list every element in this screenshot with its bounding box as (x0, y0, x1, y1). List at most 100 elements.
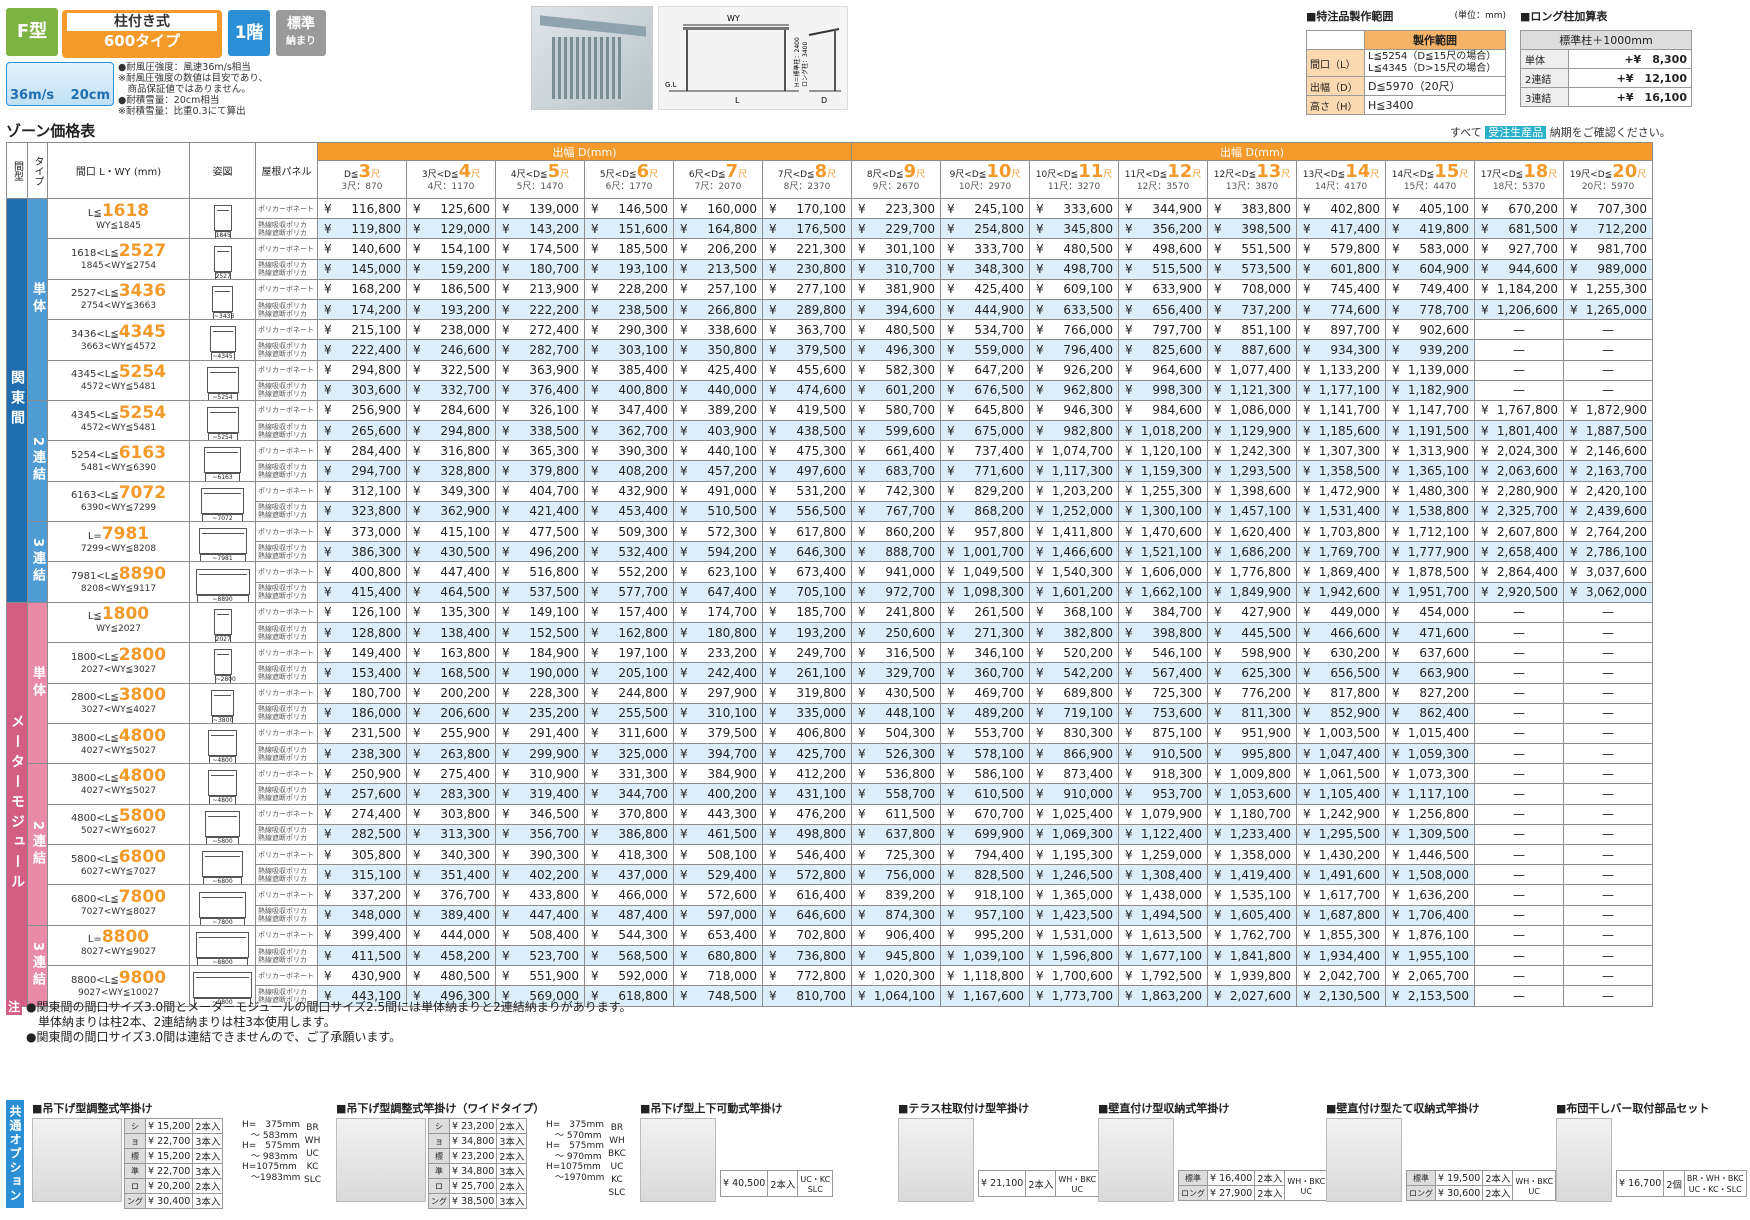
yen-sign: ¥ (858, 746, 866, 761)
yen-sign: ¥ (1214, 322, 1222, 337)
yen-sign: ¥ (502, 847, 510, 862)
special-order-range: ■特注品製作範囲 (単位：mm) 製作範囲 間口（L） L≦5254（D≦15尺の… (1306, 8, 1506, 115)
price-cell: ¥1,703,800 (1296, 520, 1386, 543)
option-height: H=1075mm (546, 1162, 601, 1172)
price-cell: ¥1,098,300 (940, 581, 1030, 603)
price-cell: ¥1,540,300 (1029, 561, 1119, 583)
depth-pre: 5尺<D≦ (599, 170, 637, 180)
yen-sign: ¥ (413, 443, 421, 458)
yen-sign: ¥ (1392, 544, 1400, 559)
yen-sign: ¥ (858, 686, 866, 701)
price-cell: ¥326,100 (495, 399, 585, 422)
width-wy: 2754<WY≦3663 (80, 301, 157, 312)
yen-sign: ¥ (591, 221, 599, 236)
width-cell: L≦1800 WY≦2027 (47, 601, 190, 644)
price-cell: ¥1,252,000 (1029, 500, 1119, 523)
width-wy: 4027<WY≦5027 (80, 745, 157, 756)
yen-sign: ¥ (413, 726, 421, 741)
price-cell: ¥185,700 (762, 601, 852, 623)
width-max: 4800 (118, 765, 167, 786)
width-cell: L=8800 8027<WY≦9027 (47, 924, 190, 967)
price-cell: ¥168,500 (406, 662, 496, 684)
price-cell: ¥301,100 (851, 238, 941, 260)
depth-value: 3 (358, 161, 371, 182)
yen-sign: ¥ (680, 262, 688, 277)
panel-type: ポリカーボネート (255, 722, 318, 745)
price-cell: ¥283,300 (406, 783, 496, 805)
yen-sign: ¥ (413, 645, 421, 660)
price-cell: ¥1,466,600 (1029, 541, 1119, 563)
yen-sign: ¥ (1392, 706, 1400, 721)
option-colors: BR WH UC KC SLC (304, 1122, 321, 1187)
price-cell: ¥170,100 (762, 197, 852, 220)
price-cell: ¥611,500 (851, 803, 941, 825)
price-cell: ¥653,400 (673, 924, 763, 946)
yen-sign: ¥ (1303, 645, 1311, 660)
yen-sign: ¥ (591, 464, 599, 479)
yen-sign: ¥ (1392, 524, 1400, 539)
width-wy: 3027<WY≦4027 (80, 705, 157, 716)
price-cell: — (1474, 702, 1564, 724)
price-cell: ¥186,000 (317, 702, 407, 724)
option-qty: 3本入 (496, 1133, 528, 1149)
price-cell: ¥398,500 (1207, 218, 1297, 240)
yen-sign: ¥ (1481, 443, 1489, 458)
price-cell: ¥174,700 (673, 601, 763, 623)
panel-type: 熱線吸収ポリカ 熱線遮断ポリカ (255, 460, 318, 482)
price-cell: ¥578,100 (940, 743, 1030, 765)
yen-sign: ¥ (413, 787, 421, 802)
option-item: ■壁直付け型収納式竿掛け 標準 ¥ 16,400 2本入 WH・BKC UC ロング ¥ 2… (1098, 1100, 1329, 1210)
price-cell: ¥438,500 (762, 420, 852, 442)
price-cell: ¥1,073,300 (1385, 763, 1475, 785)
price-cell: ¥1,185,600 (1296, 420, 1386, 442)
panel-type: 熱線吸収ポリカ 熱線遮断ポリカ (255, 944, 318, 967)
yen-sign: ¥ (1392, 342, 1400, 357)
yen-sign: ¥ (591, 686, 599, 701)
width-max: 7072 (118, 483, 167, 504)
width-range: 5800<L≦6800 (70, 846, 167, 867)
price-cell: ¥349,300 (406, 480, 496, 502)
price-cell: ¥255,900 (406, 722, 496, 745)
price-cell: ¥1,293,500 (1207, 460, 1297, 482)
price-cell: ¥670,700 (940, 803, 1030, 825)
yen-sign: ¥ (769, 342, 777, 357)
price-cell: ¥186,500 (406, 278, 496, 300)
width-max: 4800 (118, 725, 167, 746)
price-cell: — (1474, 601, 1564, 623)
table-row: 8800<L≦9800 9027<WY≦10027 ~9800 ポリカーボネート ¥43… (7, 965, 1653, 1007)
price-cell: ¥1,446,500 (1385, 843, 1475, 866)
yen-sign: ¥ (413, 887, 421, 902)
price-cell: — (1563, 702, 1653, 724)
yen-sign: ¥ (769, 423, 777, 438)
yen-sign: ¥ (591, 625, 599, 640)
yen-sign: ¥ (502, 908, 510, 923)
depth-pre: 7尺<D≦ (777, 170, 815, 180)
yen-sign: ¥ (324, 322, 332, 337)
yen-sign: ¥ (858, 948, 866, 963)
price-cell: ¥1,700,600 (1029, 965, 1119, 987)
yen-sign: ¥ (858, 241, 866, 256)
yen-sign: ¥ (1570, 464, 1578, 479)
price-cell: ¥386,800 (584, 823, 674, 846)
option-image (1098, 1118, 1174, 1202)
yen-sign: ¥ (502, 625, 510, 640)
price-cell: ¥508,400 (495, 924, 585, 946)
price-cell: ¥910,000 (1029, 783, 1119, 805)
price-cell: ¥257,100 (673, 278, 763, 300)
price-cell: ¥1,762,700 (1207, 924, 1297, 946)
option-heights: H= 375mm ～ 570mm H= 575mm ～ 970mm H=1075mm… (546, 1120, 604, 1183)
special-value: H≦3400 (1364, 95, 1506, 115)
yen-sign: ¥ (769, 544, 777, 559)
yen-sign: ¥ (680, 867, 688, 882)
yen-sign: ¥ (1036, 605, 1044, 620)
width-cell: 1800<L≦2800 2027<WY≦3027 (47, 642, 190, 684)
type-badge: F型 (6, 8, 58, 56)
shape-cell: ~7072 (189, 480, 256, 523)
yen-sign: ¥ (1303, 383, 1311, 398)
price-cell: ¥491,000 (673, 480, 763, 502)
yen-sign: ¥ (769, 403, 777, 418)
yen-sign: ¥ (502, 665, 510, 680)
price-cell: ¥1,494,500 (1118, 904, 1208, 926)
width-max: 3800 (118, 685, 167, 706)
yen-sign: ¥ (1214, 948, 1222, 963)
